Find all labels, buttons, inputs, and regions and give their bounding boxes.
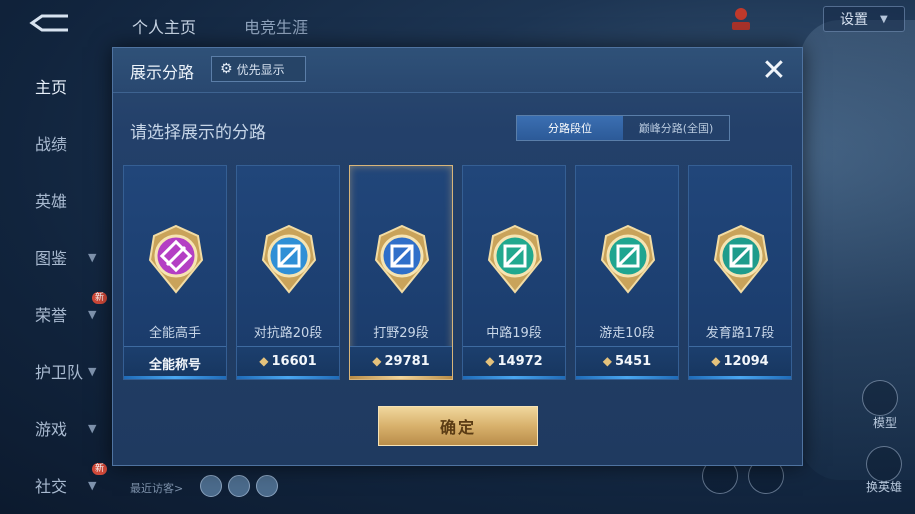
tab-lane-rank[interactable]: 分路段位	[517, 116, 623, 140]
points-icon: ◆	[259, 354, 269, 368]
lane-name: 全能高手	[148, 326, 201, 341]
model-icon[interactable]	[862, 380, 898, 416]
tab-profile[interactable]: 个人主页	[132, 14, 196, 38]
sidebar-item[interactable]: 荣誉 ▼ 新	[0, 292, 112, 334]
avatar[interactable]	[256, 475, 278, 497]
tab-esports[interactable]: 电竞生涯	[244, 14, 308, 38]
settings-button[interactable]: 设置 ▼	[823, 6, 905, 32]
chevron-down-icon: ▼	[880, 13, 888, 25]
hero-background	[800, 20, 915, 480]
lane-score: ◆ 5451	[576, 354, 678, 369]
sidebar-item-label: 主页	[35, 78, 68, 97]
sidebar-item-label: 战绩	[35, 135, 68, 154]
change-hero-icon[interactable]	[866, 446, 902, 482]
back-icon[interactable]	[28, 12, 72, 34]
chevron-down-icon: ▼	[88, 307, 97, 321]
dialog-title: 展示分路	[130, 63, 195, 82]
sidebar-item[interactable]: 游戏 ▼	[0, 408, 112, 448]
sidebar-item[interactable]: 社交 ▼ 新	[0, 463, 112, 505]
lane-score-value: 16601	[271, 354, 317, 369]
model-label[interactable]: 模型	[855, 414, 915, 431]
lane-score: ◆ 14972	[463, 354, 565, 369]
points-icon: ◆	[372, 354, 382, 368]
points-icon: ◆	[485, 354, 495, 368]
new-badge: 新	[92, 292, 108, 304]
avatar[interactable]	[228, 475, 250, 497]
jungle-icon	[374, 224, 430, 294]
lane-card[interactable]: 打野29段 ◆ 29781	[349, 165, 453, 380]
farm-lane-icon	[713, 224, 769, 294]
confirm-button[interactable]: 确定	[378, 406, 538, 446]
mid-lane-icon	[487, 224, 543, 294]
sidebar-item[interactable]: 英雄	[0, 180, 112, 220]
points-icon: ◆	[711, 354, 721, 368]
settings-label: 设置	[840, 12, 868, 28]
sidebar-item-label: 游戏	[35, 420, 68, 439]
points-icon: ◆	[602, 354, 613, 368]
lane-card[interactable]: 对抗路20段 ◆ 16601	[236, 165, 340, 380]
sidebar-item[interactable]: 主页	[0, 66, 112, 106]
sidebar-item-label: 护卫队	[35, 363, 84, 382]
lane-score: 全能称号	[124, 354, 226, 373]
sidebar-item-label: 图鉴	[35, 249, 68, 268]
lane-score: ◆ 29781	[350, 354, 452, 369]
lane-card[interactable]: 发育路17段 ◆ 12094	[688, 165, 792, 380]
lane-score-value: 14972	[497, 354, 543, 369]
lane-score: ◆ 16601	[237, 354, 339, 369]
card-bottom-bar	[463, 376, 565, 379]
priority-display-label: 优先显示	[236, 62, 285, 77]
chevron-down-icon: ▼	[88, 421, 97, 435]
card-bottom-bar	[350, 376, 452, 379]
lane-score-value: 29781	[384, 354, 430, 369]
vip-icon	[732, 8, 750, 30]
roam-icon	[600, 224, 656, 294]
lane-name: 发育路17段	[705, 326, 775, 341]
lane-card[interactable]: 全能高手 全能称号	[123, 165, 227, 380]
chevron-down-icon: ▼	[88, 250, 97, 264]
all-round-icon	[148, 224, 204, 294]
recent-visitors-label[interactable]: 最近访客>	[130, 480, 183, 496]
chevron-down-icon: ▼	[88, 364, 97, 378]
card-bottom-bar	[576, 376, 678, 379]
chevron-down-icon: ▼	[88, 478, 97, 492]
top-bar: 个人主页 电竞生涯 设置 ▼	[0, 0, 915, 46]
dialog-subtitle: 请选择展示的分路	[130, 123, 266, 143]
sidebar-item-label: 荣誉	[35, 306, 68, 325]
avatar[interactable]	[200, 475, 222, 497]
sidebar-item-label: 社交	[35, 477, 68, 496]
gear-icon: ⚙	[220, 61, 233, 77]
lane-display-dialog: 展示分路 ⚙ 优先显示 ✕ 请选择展示的分路 分路段位 巅峰分路(全国) 全能高…	[112, 47, 803, 466]
lane-score: ◆ 12094	[689, 354, 791, 369]
lane-name: 游走10段	[599, 326, 655, 341]
priority-display-button[interactable]: ⚙ 优先显示	[211, 56, 306, 82]
segment-toggle: 分路段位 巅峰分路(全国)	[516, 115, 730, 141]
card-bottom-bar	[124, 376, 226, 379]
sidebar-item[interactable]: 护卫队 ▼	[0, 351, 112, 391]
lane-name: 对抗路20段	[253, 326, 323, 341]
sidebar-item[interactable]: 战绩	[0, 123, 112, 163]
lane-card[interactable]: 游走10段 ◆ 5451	[575, 165, 679, 380]
new-badge: 新	[92, 463, 108, 475]
lane-card[interactable]: 中路19段 ◆ 14972	[462, 165, 566, 380]
card-bottom-bar	[237, 376, 339, 379]
lane-score-value: 全能称号	[148, 358, 201, 373]
lane-score-value: 12094	[723, 354, 769, 369]
dialog-header: 展示分路 ⚙ 优先显示 ✕	[113, 48, 802, 93]
sidebar-item-label: 英雄	[35, 192, 68, 211]
lane-name: 中路19段	[486, 326, 542, 341]
lane-name: 打野29段	[373, 326, 429, 341]
change-hero-label[interactable]: 换英雄	[854, 478, 914, 495]
sidebar-item[interactable]: 图鉴 ▼	[0, 237, 112, 277]
lane-score-value: 5451	[615, 354, 652, 369]
clash-lane-icon	[261, 224, 317, 294]
close-icon[interactable]: ✕	[758, 53, 790, 88]
card-bottom-bar	[689, 376, 791, 379]
tab-peak-lane[interactable]: 巅峰分路(全国)	[623, 116, 729, 140]
